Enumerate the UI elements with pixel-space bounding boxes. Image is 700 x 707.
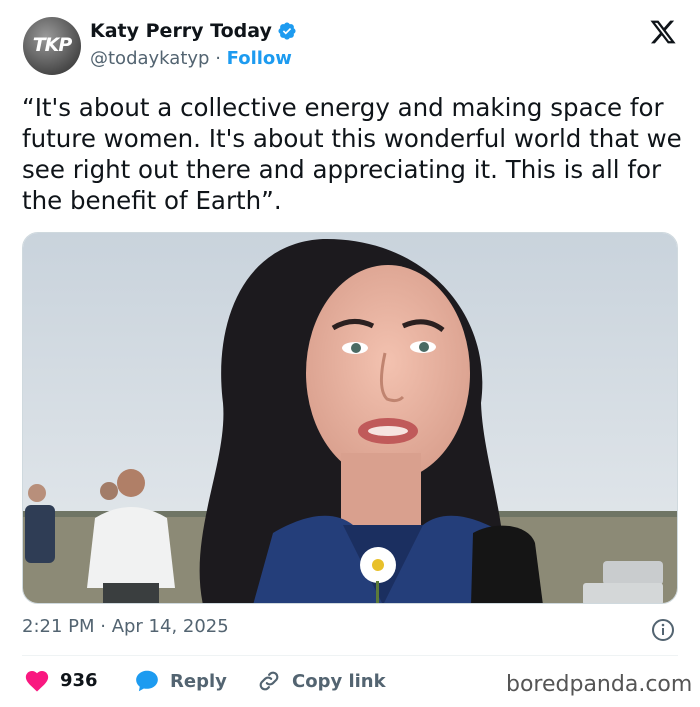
reply-label: Reply — [170, 670, 227, 692]
reply-button[interactable]: Reply — [134, 668, 227, 694]
follow-button[interactable]: Follow — [227, 48, 292, 69]
like-button[interactable]: 936 — [24, 668, 98, 692]
heart-icon — [25, 671, 49, 692]
info-icon[interactable] — [651, 618, 675, 642]
copy-link-button[interactable]: Copy link — [256, 668, 386, 694]
handle-separator: · — [215, 48, 221, 69]
x-logo-icon[interactable] — [649, 18, 677, 46]
author-handle-row: @todaykatyp · Follow — [90, 48, 292, 69]
like-count: 936 — [60, 669, 98, 691]
link-icon — [259, 671, 279, 691]
author-handle[interactable]: @todaykatyp — [90, 48, 209, 69]
copy-link-label: Copy link — [292, 670, 386, 692]
photo-illustration — [23, 233, 677, 603]
author-name-row: Katy Perry Today — [90, 20, 297, 42]
divider — [22, 655, 678, 656]
author-avatar[interactable]: TKP — [23, 17, 81, 75]
speech-bubble-icon — [136, 670, 158, 692]
avatar-logo-text: TKP — [32, 34, 73, 56]
tweet-timestamp[interactable]: 2:21 PM · Apr 14, 2025 — [22, 616, 229, 637]
verified-badge-icon — [278, 22, 296, 40]
tweet-text: “It's about a collective energy and maki… — [22, 93, 682, 215]
tweet-media-photo[interactable] — [22, 232, 678, 604]
watermark: boredpanda.com — [506, 672, 693, 697]
author-name[interactable]: Katy Perry Today — [90, 20, 272, 42]
